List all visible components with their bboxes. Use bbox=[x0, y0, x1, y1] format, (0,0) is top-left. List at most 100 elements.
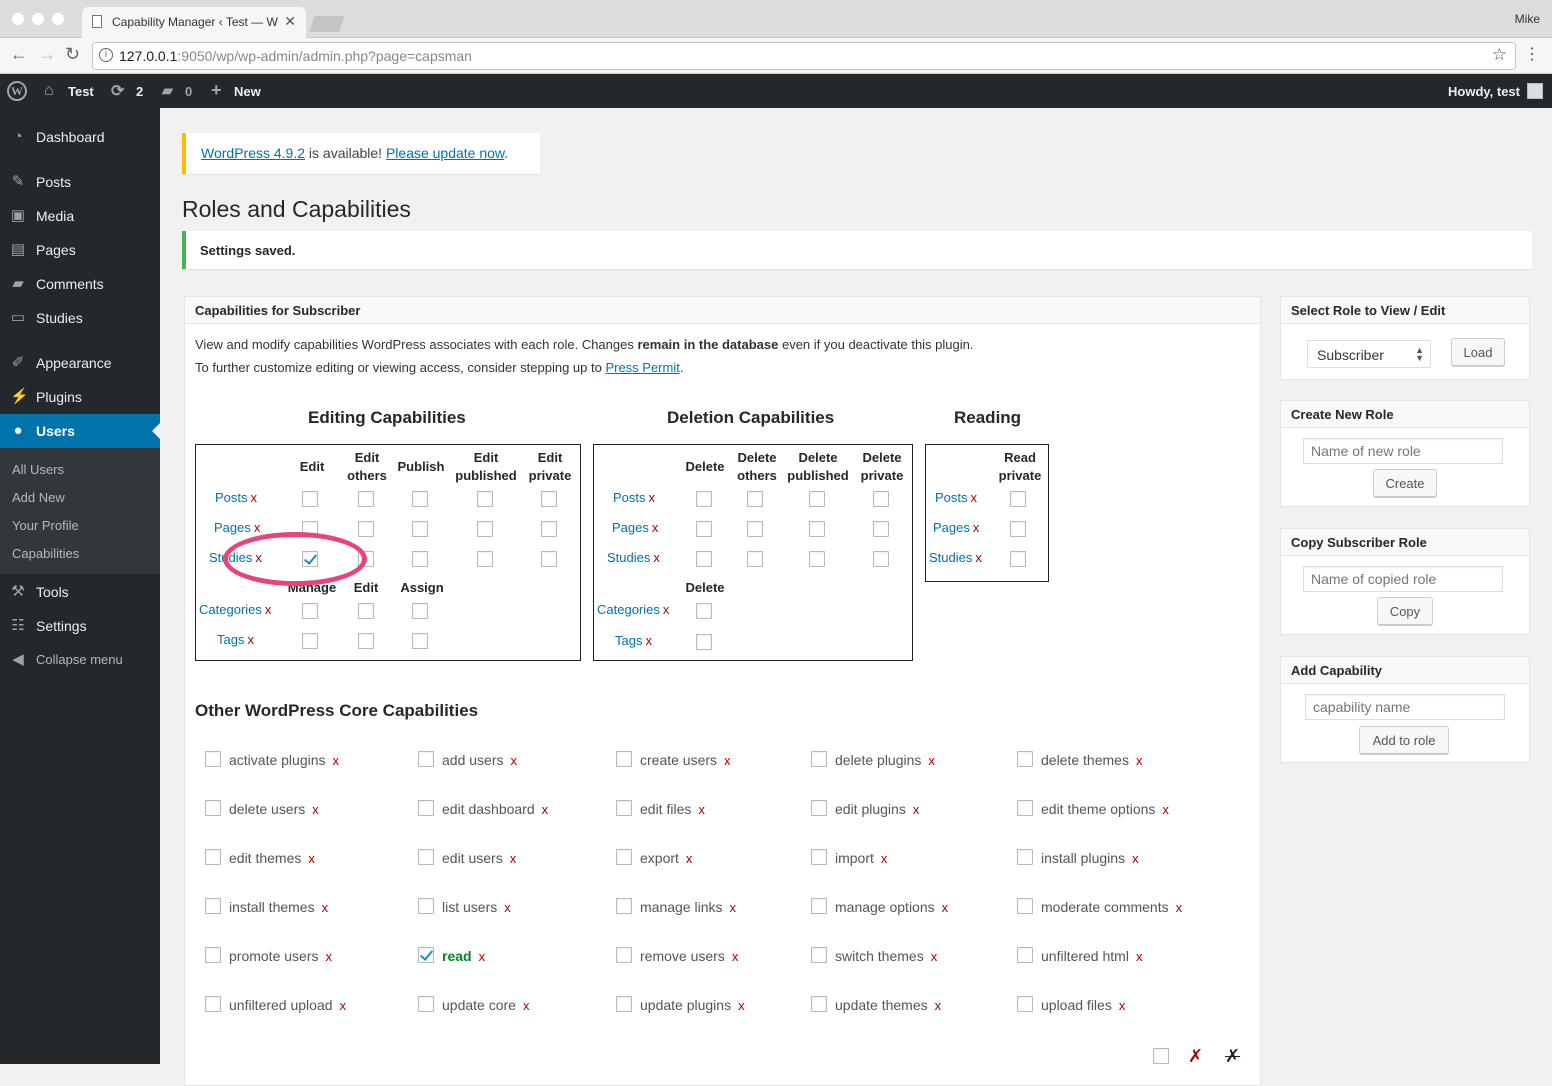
cap-checkbox[interactable] bbox=[1010, 521, 1026, 537]
press-permit-link[interactable]: Press Permit bbox=[605, 360, 679, 375]
capability-item[interactable]: promote users x bbox=[205, 947, 332, 965]
new-content-link[interactable]: New bbox=[234, 84, 261, 99]
cap-checkbox[interactable] bbox=[477, 491, 493, 507]
remove-capability-link[interactable]: x bbox=[504, 900, 511, 915]
forward-arrow-icon[interactable]: → bbox=[38, 44, 56, 65]
remove-capability-link[interactable]: x bbox=[928, 753, 935, 768]
row-label-pages[interactable]: Pages x bbox=[612, 520, 658, 535]
capability-item[interactable]: edit plugins x bbox=[811, 800, 920, 818]
browser-menu-icon[interactable]: ⋮ bbox=[1524, 44, 1540, 64]
remove-capability-link[interactable]: x bbox=[542, 802, 549, 817]
load-button[interactable]: Load bbox=[1451, 338, 1505, 366]
comments-count[interactable]: 0 bbox=[185, 84, 192, 99]
wordpress-logo-icon[interactable]: W bbox=[7, 81, 27, 101]
row-label-categories[interactable]: Categories x bbox=[597, 602, 669, 617]
address-bar[interactable]: i 127.0.0.1:9050/wp/wp-admin/admin.php?p… bbox=[92, 42, 1516, 70]
cap-checkbox[interactable] bbox=[541, 551, 557, 567]
capability-checkbox[interactable] bbox=[616, 996, 632, 1013]
remove-capability-link[interactable]: x bbox=[523, 998, 530, 1013]
capability-checkbox[interactable] bbox=[418, 800, 434, 817]
capability-checkbox[interactable] bbox=[205, 800, 221, 817]
capability-checkbox[interactable] bbox=[811, 898, 827, 915]
capability-item[interactable]: export x bbox=[616, 849, 693, 867]
window-minimize-dot[interactable] bbox=[32, 13, 44, 25]
copy-role-button[interactable]: Copy bbox=[1377, 597, 1433, 625]
add-to-role-button[interactable]: Add to role bbox=[1359, 726, 1449, 754]
reload-icon[interactable]: ↻ bbox=[65, 44, 80, 65]
cap-checkbox[interactable] bbox=[809, 491, 825, 507]
remove-capability-link[interactable]: x bbox=[1119, 998, 1126, 1013]
capability-checkbox[interactable] bbox=[616, 751, 632, 768]
cap-checkbox[interactable] bbox=[477, 521, 493, 537]
remove-capability-link[interactable]: x bbox=[881, 851, 888, 866]
cap-checkbox[interactable] bbox=[412, 603, 428, 619]
cap-checkbox[interactable] bbox=[412, 491, 428, 507]
capability-item[interactable]: install themes x bbox=[205, 898, 328, 916]
capability-item[interactable]: import x bbox=[811, 849, 888, 867]
capability-checkbox[interactable] bbox=[1017, 996, 1033, 1013]
menu-item-tools[interactable]: ⚒ Tools bbox=[0, 575, 160, 609]
row-label-studies[interactable]: Studies x bbox=[607, 550, 660, 565]
role-select[interactable]: Subscriber ▲ ▼ bbox=[1307, 340, 1431, 368]
capability-item[interactable]: delete users x bbox=[205, 800, 319, 818]
cap-checkbox[interactable] bbox=[696, 551, 712, 567]
remove-capability-link[interactable]: x bbox=[1136, 949, 1143, 964]
cap-checkbox[interactable] bbox=[302, 603, 318, 619]
capability-checkbox[interactable] bbox=[418, 996, 434, 1013]
capability-checkbox[interactable] bbox=[616, 947, 632, 964]
capability-checkbox-checked[interactable] bbox=[418, 947, 434, 964]
row-label-pages[interactable]: Pages x bbox=[933, 520, 979, 535]
cap-checkbox[interactable] bbox=[873, 491, 889, 507]
remove-capability-link[interactable]: x bbox=[1136, 753, 1143, 768]
remove-capability-link[interactable]: x bbox=[935, 998, 942, 1013]
capability-item[interactable]: create users x bbox=[616, 751, 731, 769]
cap-checkbox[interactable] bbox=[541, 491, 557, 507]
bookmark-star-icon[interactable]: ☆ bbox=[1492, 45, 1507, 65]
remove-capability-link[interactable]: x bbox=[686, 851, 693, 866]
menu-item-posts[interactable]: ✎ Posts bbox=[0, 165, 160, 199]
menu-item-plugins[interactable]: ⚡ Plugins bbox=[0, 380, 160, 414]
cap-checkbox[interactable] bbox=[747, 521, 763, 537]
row-label-studies[interactable]: Studies x bbox=[929, 550, 982, 565]
capability-item[interactable]: unfiltered upload x bbox=[205, 996, 346, 1014]
menu-item-dashboard[interactable]: ◔ Dashboard bbox=[0, 120, 160, 154]
menu-item-studies[interactable]: ▭ Studies bbox=[0, 301, 160, 335]
remove-capability-link[interactable]: x bbox=[942, 900, 949, 915]
row-label-pages[interactable]: Pages x bbox=[214, 520, 260, 535]
capability-item[interactable]: edit themes x bbox=[205, 849, 315, 867]
cap-checkbox[interactable] bbox=[358, 521, 374, 537]
cap-checkbox[interactable] bbox=[696, 491, 712, 507]
capability-checkbox[interactable] bbox=[1017, 898, 1033, 915]
capability-item[interactable]: add users x bbox=[418, 751, 517, 769]
remove-capability-link[interactable]: x bbox=[312, 802, 319, 817]
menu-item-settings[interactable]: ☷ Settings bbox=[0, 609, 160, 643]
capability-item[interactable]: remove users x bbox=[616, 947, 738, 965]
capability-item[interactable]: delete themes x bbox=[1017, 751, 1143, 769]
cap-checkbox[interactable] bbox=[541, 521, 557, 537]
cap-checkbox[interactable] bbox=[358, 491, 374, 507]
back-arrow-icon[interactable]: ← bbox=[10, 44, 28, 65]
cap-checkbox[interactable] bbox=[302, 491, 318, 507]
capability-item[interactable]: update plugins x bbox=[616, 996, 745, 1014]
row-label-posts[interactable]: Posts x bbox=[935, 490, 977, 505]
row-label-posts[interactable]: Posts x bbox=[215, 490, 257, 505]
menu-item-pages[interactable]: ▤ Pages bbox=[0, 233, 160, 267]
capability-checkbox[interactable] bbox=[205, 849, 221, 866]
remove-capability-link[interactable]: x bbox=[510, 753, 517, 768]
capability-checkbox[interactable] bbox=[418, 898, 434, 915]
capability-checkbox[interactable] bbox=[1017, 751, 1033, 768]
remove-capability-link[interactable]: x bbox=[913, 802, 920, 817]
site-name-link[interactable]: Test bbox=[68, 84, 94, 99]
capability-item[interactable]: edit dashboard x bbox=[418, 800, 549, 818]
avatar[interactable] bbox=[1527, 83, 1543, 99]
capability-checkbox[interactable] bbox=[811, 849, 827, 866]
capability-item[interactable]: edit files x bbox=[616, 800, 705, 818]
capability-item[interactable]: read x bbox=[418, 947, 485, 965]
cap-checkbox[interactable] bbox=[412, 521, 428, 537]
cap-checkbox[interactable] bbox=[358, 633, 374, 649]
howdy-account-link[interactable]: Howdy, test bbox=[1448, 84, 1520, 99]
row-label-posts[interactable]: Posts x bbox=[613, 490, 655, 505]
capability-item[interactable]: list users x bbox=[418, 898, 511, 916]
submenu-all-users[interactable]: All Users bbox=[12, 462, 64, 477]
capability-checkbox[interactable] bbox=[616, 898, 632, 915]
